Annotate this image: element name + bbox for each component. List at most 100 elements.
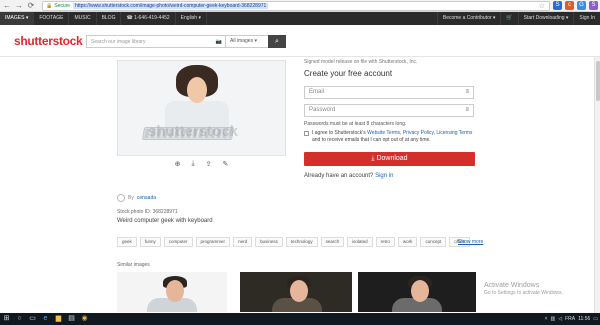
password-field[interactable]: Password ≡ [304,104,474,117]
search-bar: Search our image library 📷 All images ▾ … [86,35,286,48]
edge-icon[interactable]: e [39,313,52,325]
chevron-up-icon[interactable]: ˄ [545,316,548,322]
extension-icon[interactable]: S [553,1,562,10]
person-face [187,77,207,103]
back-icon[interactable]: ← [2,1,12,11]
nav-blog[interactable]: BLOG [97,12,122,25]
tag-computer[interactable]: computer [163,237,193,247]
password-hint: Passwords must be at least 8 characters … [304,121,407,127]
image-type-select[interactable]: All images ▾ [225,36,268,47]
similar-image-3[interactable] [358,272,476,312]
search-icon[interactable]: ⌕ [268,35,286,48]
email-placeholder: Email [309,89,325,95]
model-release-note: Signed model release on file with Shutte… [304,59,418,65]
photo-toolbar: ⊕ ⤓ ⇪ ✎ [117,155,286,172]
extension-icon[interactable]: S [589,1,598,10]
cortana-icon[interactable]: ○ [13,313,26,325]
url-text[interactable]: https://www.shutterstock.com/image-photo… [73,3,269,9]
similar-image-2[interactable] [240,272,352,312]
sign-in-link[interactable]: Sign In [573,12,600,25]
share-icon[interactable]: ⇪ [206,160,212,168]
show-more-link[interactable]: Show more [458,239,483,245]
page-scrollbar[interactable] [594,57,600,313]
privacy-policy-link[interactable]: Privacy Policy [403,130,434,136]
extension-icon[interactable]: c [565,1,574,10]
photo-description: Weird computer geek with keyboard [117,218,213,224]
language-selector[interactable]: English ▾ [176,12,207,25]
watermark: shutterstock [148,123,239,140]
tag-programmer[interactable]: programmer [195,237,231,247]
tag-search[interactable]: search [320,237,345,247]
clock[interactable]: 11:56 [578,316,590,322]
avatar [117,194,125,202]
activate-title: Activate Windows [484,282,540,289]
store-icon[interactable]: ▤ [65,313,78,325]
secure-indicator[interactable]: 🔒 Secure [46,3,70,9]
system-tray: ˄ ▥ ◁ FRA 11:56 ▭ [545,313,598,325]
download-icon[interactable]: ⤓ [192,160,195,168]
shutterstock-logo[interactable]: shutterstock [14,34,83,48]
secure-label: Secure [54,3,71,9]
language-indicator[interactable]: FRA [565,316,575,322]
similar-images-label: Similar images [117,262,150,268]
author-link[interactable]: cenaada [137,195,156,201]
tag-funny[interactable]: funny [139,237,161,247]
start-downloading-link[interactable]: Start Downloading ▾ [517,12,574,25]
website-terms-link[interactable]: Website Terms [367,130,400,136]
chrome-icon[interactable]: ◉ [78,313,91,325]
address-bar[interactable]: 🔒 Secure https://www.shutterstock.com/im… [42,1,550,11]
site-header: shutterstock Search our image library 📷 … [0,25,600,57]
nav-images[interactable]: IMAGES ▾ [0,12,35,25]
forward-icon[interactable]: → [14,1,24,11]
file-explorer-icon[interactable]: ▆ [52,313,65,325]
nav-footage[interactable]: FOOTAGE [34,12,70,25]
windows-taskbar: ⊞ ○ ▭ e ▆ ▤ ◉ ˄ ▥ ◁ FRA 11:56 ▭ [0,313,600,325]
stock-photo-id: Stock photo ID: 368228971 [117,209,178,215]
licensing-terms-link[interactable]: Licensing Terms [436,130,472,136]
network-icon[interactable]: ▥ [551,316,556,322]
task-view-icon[interactable]: ▭ [26,313,39,325]
scrollbar-thumb[interactable] [596,61,600,101]
reload-icon[interactable]: ⟳ [26,1,36,11]
terms-suffix: and to receive emails that I can opt out… [312,137,431,143]
top-navigation: IMAGES ▾ FOOTAGE MUSIC BLOG ☎ 1-646-419-… [0,12,600,25]
become-contributor-link[interactable]: Become a Contributor ▾ [436,12,501,25]
terms-text: I agree to Shutterstock's Website Terms,… [312,130,473,143]
download-button[interactable]: ⤓ Download [304,152,475,166]
sign-in-link[interactable]: Sign in [375,173,393,179]
similar-image-1[interactable] [117,272,227,312]
camera-icon[interactable]: 📷 [213,39,225,45]
windows-start-icon[interactable]: ⊞ [0,313,13,325]
menu-icon: ≡ [465,89,469,95]
by-label: By [128,195,134,201]
bookmark-star-icon[interactable]: ☆ [539,2,545,10]
tag-geek[interactable]: geek [117,237,137,247]
cart-icon[interactable]: 🛒 [500,12,517,25]
edit-icon[interactable]: ✎ [222,160,228,168]
person-face [411,280,429,302]
tag-isolated[interactable]: isolated [347,237,373,247]
tag-technology[interactable]: technology [285,237,318,247]
tag-concept[interactable]: concept [420,237,447,247]
password-placeholder: Password [309,107,336,113]
extension-icon[interactable]: G [577,1,586,10]
tag-nerd[interactable]: nerd [233,237,253,247]
already-text: Already have an account? [304,173,374,179]
byline: By cenaada [117,194,156,202]
create-account-title: Create your free account [304,69,393,78]
volume-icon[interactable]: ◁ [558,316,562,322]
nav-music[interactable]: MUSIC [69,12,97,25]
email-field[interactable]: Email ≡ [304,86,474,99]
tag-business[interactable]: business [255,237,283,247]
zoom-icon[interactable]: ⊕ [175,160,181,168]
lock-icon: 🔒 [46,3,53,9]
tag-retro[interactable]: retro [375,237,395,247]
browser-toolbar: ← → ⟳ 🔒 Secure https://www.shutterstock.… [0,0,600,12]
notifications-icon[interactable]: ▭ [593,316,598,322]
tag-work[interactable]: work [397,237,418,247]
menu-icon: ≡ [465,107,469,113]
search-input[interactable]: Search our image library [87,39,213,45]
phone-number: ☎ 1-646-419-4452 [121,12,176,25]
person-face [166,280,184,302]
terms-checkbox[interactable] [304,131,309,136]
